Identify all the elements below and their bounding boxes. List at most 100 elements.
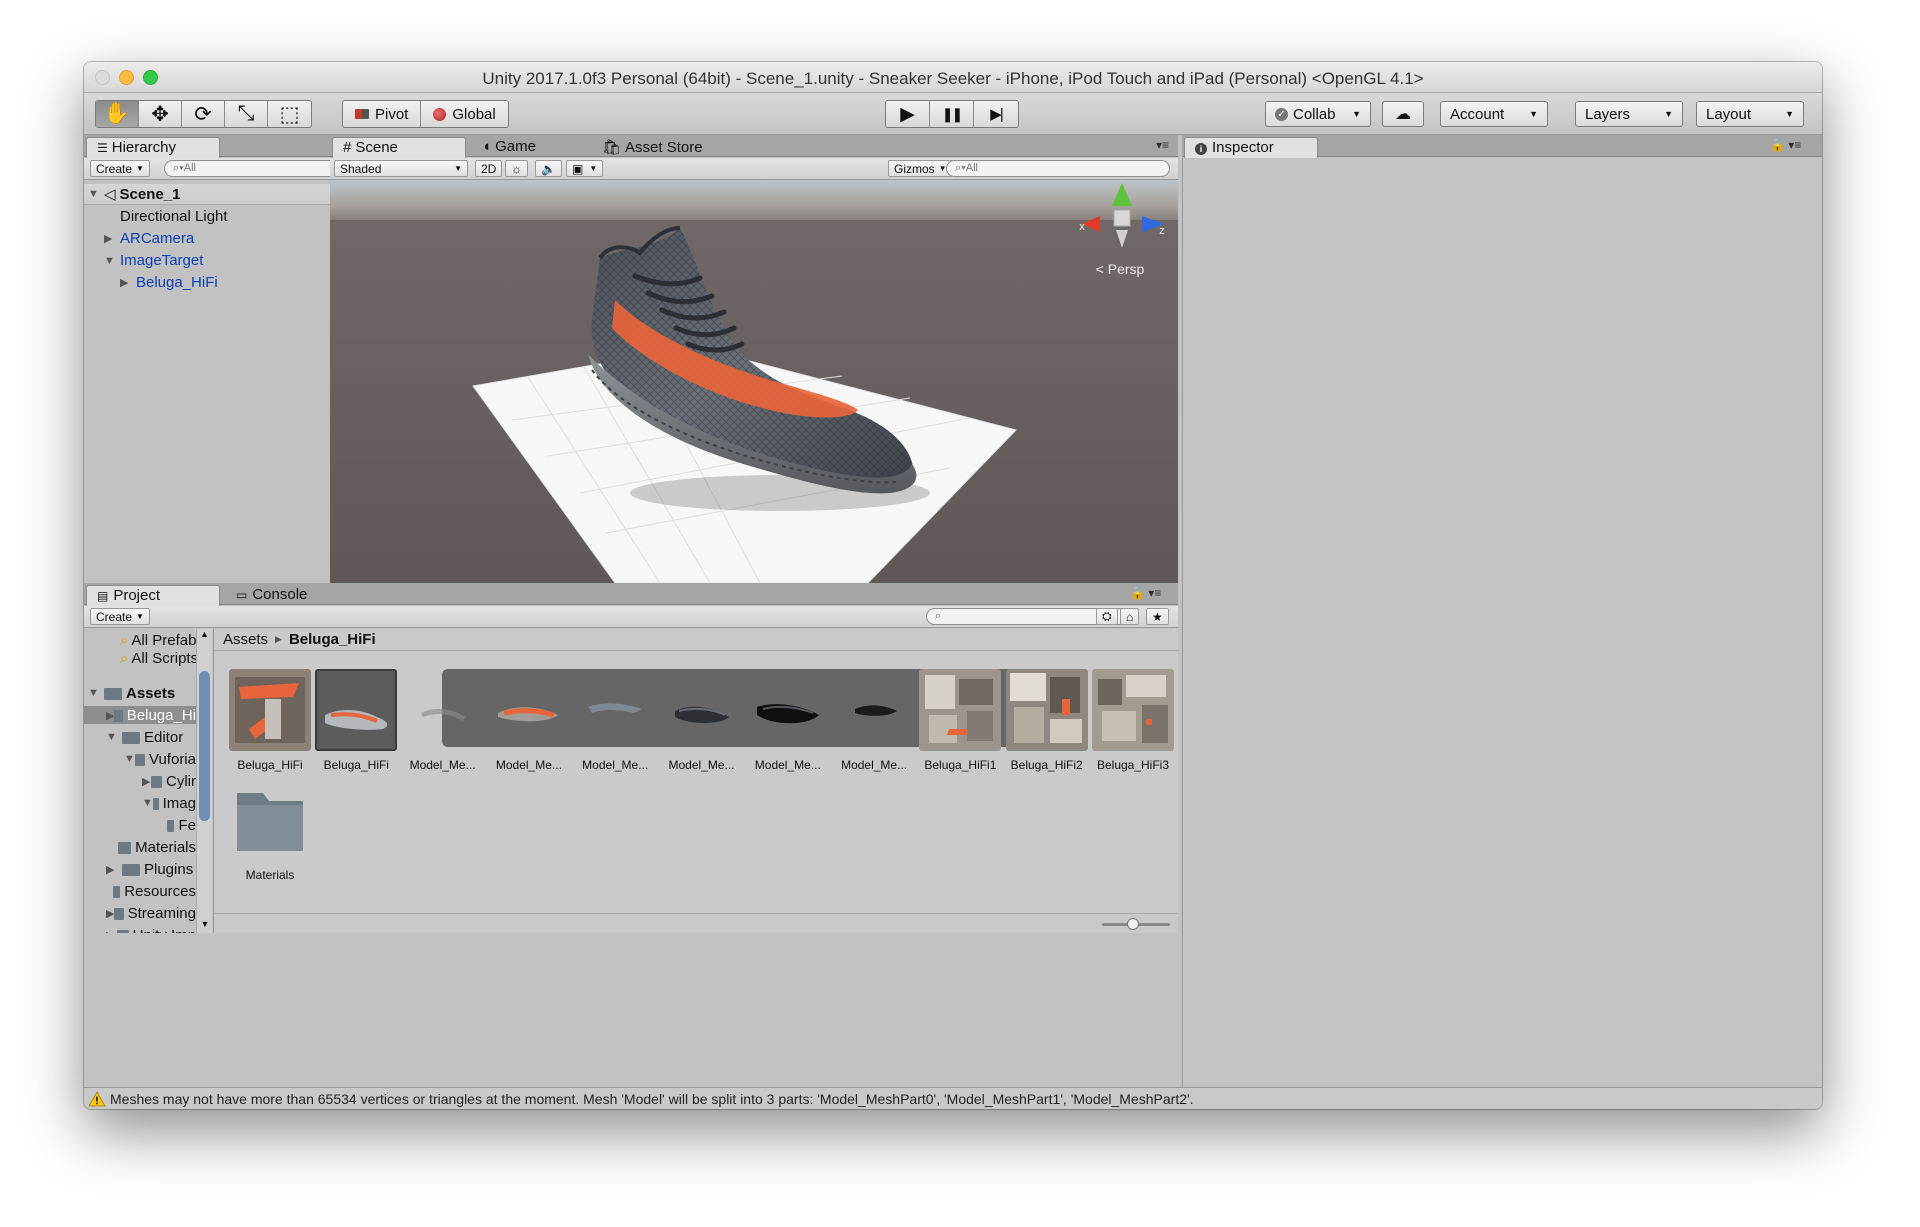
expand-arrow-icon[interactable]: ▶ [106, 929, 117, 934]
asset-item[interactable]: Model_Me... [401, 669, 485, 772]
project-pane-options[interactable]: 🔒 ▾≡ [1130, 586, 1161, 600]
project-tree-label: Streaming [127, 904, 196, 922]
search-by-label-button[interactable]: ⌂ [1120, 608, 1140, 625]
cloud-button[interactable]: ☁ [1382, 101, 1424, 127]
search-by-type-button[interactable]: ⛭ [1096, 608, 1118, 625]
asset-item[interactable]: Model_Me... [487, 669, 571, 772]
project-tree-item[interactable]: ▶ Plugins [84, 860, 196, 878]
gizmo-x-label: x [1079, 221, 1085, 233]
scroll-thumb[interactable] [199, 671, 210, 821]
favorites-button[interactable]: ★ [1146, 608, 1169, 625]
project-tree-item[interactable]: ▼ Vuforia [84, 750, 196, 768]
asset-item[interactable]: Model_Me... [660, 669, 744, 772]
toggle-2d-button[interactable]: 2D [475, 160, 503, 177]
tree-scrollbar[interactable]: ▲ ▼ [196, 629, 212, 933]
project-tree-item[interactable]: ▼ Imag [84, 794, 196, 812]
expand-arrow-icon[interactable]: ▶ [120, 276, 136, 289]
tab-asset-store-label: Asset Store [625, 139, 703, 156]
mesh-thumbnail [747, 669, 829, 751]
pause-icon: ❚❚ [941, 105, 964, 122]
hierarchy-item[interactable]: ▼ ImageTarget [104, 250, 203, 271]
console-status-bar[interactable]: Meshes may not have more than 65534 vert… [84, 1087, 1822, 1109]
tab-inspector-label: Inspector [1212, 139, 1274, 156]
play-button[interactable]: ▶ [886, 101, 930, 127]
asset-item[interactable]: Beluga_HiFi2 [1005, 669, 1089, 772]
breadcrumb-assets[interactable]: Assets [223, 631, 268, 648]
asset-item[interactable]: Model_Me... [832, 669, 916, 772]
expand-arrow-icon[interactable]: ▶ [106, 907, 114, 920]
lighting-toggle[interactable]: ☼ [505, 160, 528, 177]
gizmos-dropdown[interactable]: Gizmos ▼ [888, 160, 953, 177]
asset-item[interactable]: Model_Me... [746, 669, 830, 772]
tab-inspector[interactable]: i Inspector [1184, 137, 1318, 158]
tab-project[interactable]: ▤ Project [86, 585, 220, 606]
layers-dropdown[interactable]: Layers ▼ [1575, 101, 1683, 127]
rect-tool-button[interactable]: ⬚ [268, 101, 311, 127]
pivot-global-toggles: Pivot Global [342, 100, 509, 128]
favorite-all-scripts[interactable]: ⌕ All Scripts [120, 649, 198, 667]
breadcrumb-current[interactable]: Beluga_HiFi [289, 631, 376, 648]
tab-game[interactable]: ◖ Game [472, 137, 572, 158]
tab-scene[interactable]: # Scene [332, 137, 466, 158]
asset-item[interactable]: Materials [228, 779, 312, 882]
chevron-down-icon: ▼ [1785, 109, 1794, 119]
pause-button[interactable]: ❚❚ [930, 101, 974, 127]
project-tree-item[interactable]: ▶ Cylir [84, 772, 196, 790]
expand-arrow-icon[interactable]: ▼ [104, 255, 120, 267]
asset-item[interactable]: Beluga_HiFi [228, 669, 312, 772]
asset-item[interactable]: Beluga_HiFi [314, 669, 398, 772]
tab-hierarchy[interactable]: ☰ Hierarchy [86, 137, 220, 158]
inspector-pane-options[interactable]: 🔒 ▾≡ [1770, 138, 1801, 152]
expand-arrow-icon[interactable]: ▶ [142, 775, 151, 788]
expand-arrow-icon[interactable]: ▶ [106, 709, 114, 722]
hierarchy-item[interactable]: Directional Light [104, 206, 228, 227]
hand-tool-button[interactable]: ✋ [96, 101, 139, 127]
project-create-button[interactable]: Create ▼ [90, 608, 150, 625]
rect-icon: ⬚ [279, 102, 300, 126]
effects-dropdown[interactable]: ▣ ▼ [566, 160, 604, 177]
asset-item[interactable]: Beluga_HiFi1 [918, 669, 1002, 772]
scene-subbar: Shaded ▼ 2D ☼ 🔈 ▣ ▼ Gizmos ▼ ⌕▾All [330, 158, 1178, 180]
tab-asset-store[interactable]: 🛍 Asset Store [592, 137, 722, 158]
rotate-tool-button[interactable]: ⟳ [182, 101, 225, 127]
hierarchy-item[interactable]: ▶ ARCamera [104, 228, 194, 249]
pivot-toggle[interactable]: Pivot [343, 101, 422, 127]
tab-console[interactable]: ▭ Console [226, 585, 336, 606]
asset-item[interactable]: Model_Me... [573, 669, 657, 772]
expand-arrow-icon[interactable]: ▼ [124, 753, 135, 765]
project-tree-item[interactable]: ▼ Assets [84, 684, 196, 702]
scene-search-input[interactable]: ⌕▾All [946, 160, 1170, 177]
favorite-all-prefabs[interactable]: ⌕ All Prefab [120, 631, 196, 649]
project-tree-label: Beluga_Hi [126, 706, 196, 724]
project-tree-item[interactable]: Resources [84, 882, 196, 900]
scene-viewport[interactable]: y x z < Persp [330, 158, 1178, 583]
layout-dropdown[interactable]: Layout ▼ [1696, 101, 1804, 127]
persp-label[interactable]: < Persp [1096, 261, 1145, 277]
expand-arrow-icon[interactable]: ▼ [142, 797, 153, 809]
scale-tool-button[interactable]: ⤡ [225, 101, 268, 127]
asset-size-slider[interactable] [214, 913, 1178, 933]
account-dropdown[interactable]: Account ▼ [1440, 101, 1548, 127]
scroll-down-icon: ▼ [200, 919, 210, 929]
expand-arrow-icon[interactable]: ▼ [88, 687, 104, 699]
step-button[interactable]: ▶| [974, 101, 1018, 127]
project-tree-item[interactable]: ▶ Unity Imp [84, 926, 196, 933]
scene-pane-options[interactable]: ▾≡ [1156, 138, 1169, 152]
project-tree-item[interactable]: Materials [84, 838, 196, 856]
audio-toggle[interactable]: 🔈 [535, 160, 562, 177]
move-tool-button[interactable]: ✥ [139, 101, 182, 127]
project-tree-item[interactable]: Fe [84, 816, 196, 834]
expand-arrow-icon[interactable]: ▶ [106, 863, 122, 876]
project-tree-item[interactable]: ▼ Editor [84, 728, 196, 746]
shading-mode-dropdown[interactable]: Shaded ▼ [334, 160, 468, 177]
hierarchy-item[interactable]: ▶ Beluga_HiFi [120, 272, 218, 293]
project-tree-item[interactable]: ▶ Streaming [84, 904, 196, 922]
expand-arrow-icon[interactable]: ▼ [106, 731, 122, 743]
global-toggle[interactable]: Global [421, 101, 507, 127]
project-tree-item[interactable]: ▶ Beluga_Hi [84, 706, 196, 724]
asset-item[interactable]: Beluga_HiFi3 [1091, 669, 1175, 772]
collab-dropdown[interactable]: ✓ Collab ▼ [1265, 101, 1371, 127]
hierarchy-create-button[interactable]: Create ▼ [90, 160, 150, 177]
slider-knob[interactable] [1127, 918, 1139, 930]
expand-arrow-icon[interactable]: ▶ [104, 232, 120, 245]
